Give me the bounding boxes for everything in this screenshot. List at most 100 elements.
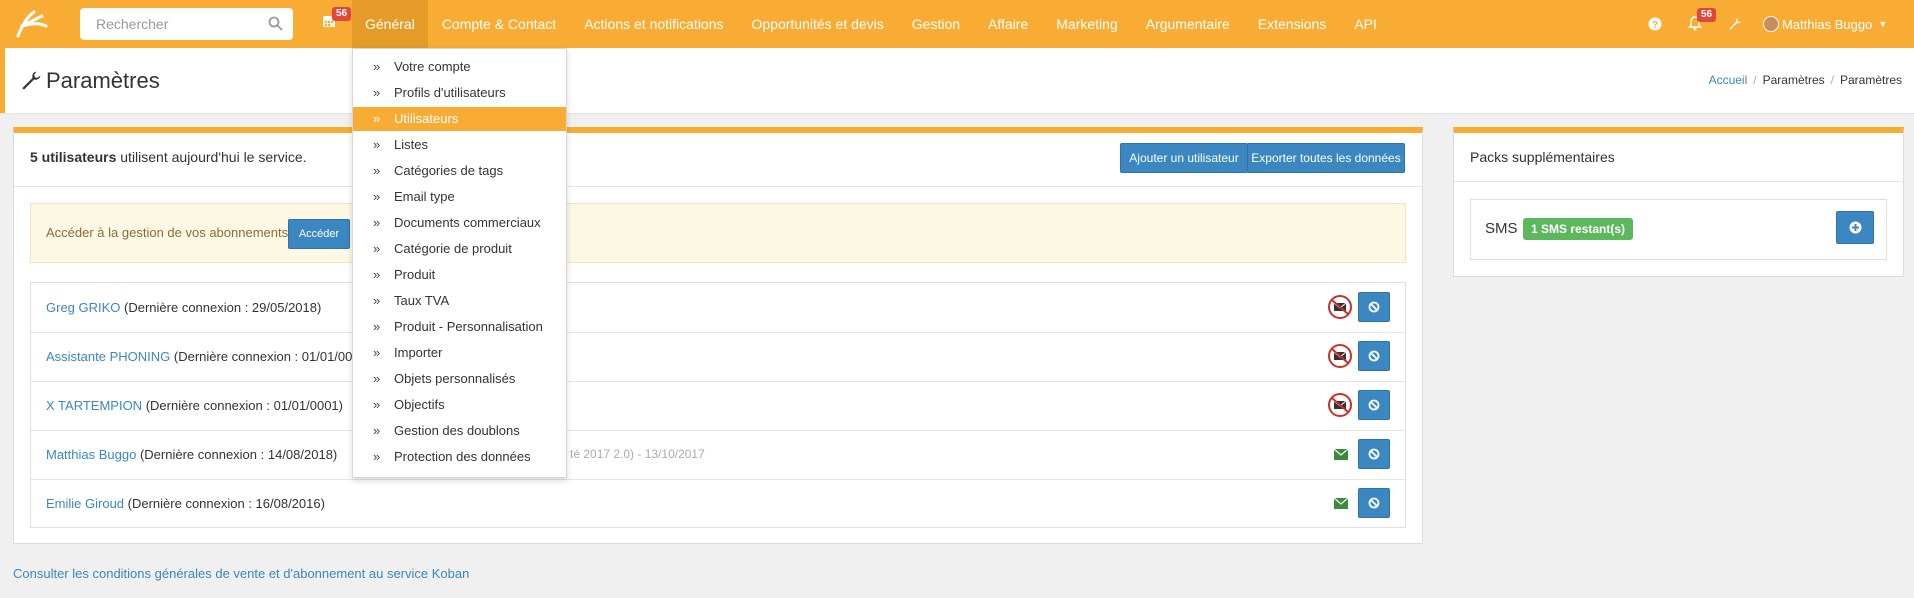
- sms-label: SMS: [1485, 220, 1518, 237]
- menu-compte-contact[interactable]: Compte & Contact: [428, 16, 570, 32]
- envelope-icon[interactable]: [1334, 449, 1348, 460]
- user-row-text: Emilie Giroud (Dernière connexion : 16/0…: [46, 496, 325, 511]
- subscription-alert: Accéder à la gestion de vos abonnements …: [30, 203, 1406, 263]
- dropdown-item-utilisateurs[interactable]: » Utilisateurs: [353, 107, 566, 131]
- dropdown-item-label: Catégorie de produit: [394, 241, 512, 256]
- envelope-icon[interactable]: [1334, 498, 1348, 509]
- dropdown-item-label: Listes: [394, 137, 428, 152]
- user-row: Emilie Giroud (Dernière connexion : 16/0…: [31, 479, 1405, 528]
- menu-opportunites-devis[interactable]: Opportunités et devis: [738, 16, 898, 32]
- dropdown-item-email-type[interactable]: » Email type: [353, 185, 566, 209]
- user-name-link[interactable]: Emilie Giroud: [46, 496, 124, 511]
- plus-circle-icon: [1849, 221, 1861, 234]
- dropdown-item-label: Email type: [394, 189, 455, 204]
- notifications-badge: 56: [1697, 8, 1717, 22]
- koban-logo[interactable]: [12, 8, 52, 40]
- menu-label: Opportunités et devis: [751, 16, 884, 32]
- user-row: Matthias Buggo (Dernière connexion : 14/…: [31, 430, 1405, 480]
- user-last-login: (Dernière connexion : 16/08/2016): [124, 496, 325, 511]
- help-icon[interactable]: ?: [1648, 17, 1662, 31]
- double-chevron-icon: »: [373, 423, 381, 438]
- menu-general[interactable]: Général: [352, 0, 428, 48]
- packs-divider: [1454, 181, 1903, 182]
- dropdown-item-label: Protection des données: [394, 449, 531, 464]
- notifications-button[interactable]: 56: [1688, 8, 1717, 32]
- packs-panel: Packs supplémentaires SMS 1 SMS restant(…: [1453, 127, 1904, 277]
- svg-text:?: ?: [1652, 20, 1658, 31]
- ban-icon: [1368, 350, 1380, 362]
- dropdown-item-documents-commerciaux[interactable]: » Documents commerciaux: [353, 211, 566, 235]
- ban-icon: [1368, 497, 1380, 509]
- email-disabled-icon[interactable]: [1328, 344, 1352, 368]
- page-title: Paramètres: [20, 68, 160, 94]
- user-row-text: Matthias Buggo (Dernière connexion : 14/…: [46, 447, 337, 462]
- dropdown-item-importer[interactable]: » Importer: [353, 341, 566, 365]
- top-navbar: 56 Général Compte & Contact Actions et n…: [0, 0, 1914, 48]
- user-last-login: (Dernière connexion : 14/08/2018): [136, 447, 338, 462]
- breadcrumb-parametres[interactable]: Paramètres: [1763, 73, 1825, 87]
- deactivate-user-button[interactable]: [1358, 488, 1390, 518]
- menu-affaire[interactable]: Affaire: [974, 16, 1042, 32]
- wrench-icon[interactable]: [1728, 17, 1742, 31]
- menu-argumentaire[interactable]: Argumentaire: [1132, 16, 1244, 32]
- menu-label: Actions et notifications: [584, 16, 724, 32]
- panel-divider: [14, 186, 1422, 187]
- dropdown-item-profils[interactable]: » Profils d'utilisateurs: [353, 81, 566, 105]
- breadcrumb-current: Paramètres: [1839, 73, 1902, 87]
- menu-extensions[interactable]: Extensions: [1244, 16, 1340, 32]
- menu-gestion[interactable]: Gestion: [898, 16, 974, 32]
- dropdown-item-taux-tva[interactable]: » Taux TVA: [353, 289, 566, 313]
- double-chevron-icon: »: [373, 111, 381, 126]
- dropdown-item-label: Profils d'utilisateurs: [394, 85, 506, 100]
- user-row: Greg GRIKO (Dernière connexion : 29/05/2…: [31, 283, 1405, 333]
- dropdown-item-produit[interactable]: » Produit: [353, 263, 566, 287]
- user-name-link[interactable]: Assistante PHONING: [46, 349, 170, 364]
- dropdown-item-categorie-produit[interactable]: » Catégorie de produit: [353, 237, 566, 261]
- header-accent: [0, 48, 5, 113]
- dropdown-item-protection-donnees[interactable]: » Protection des données: [353, 445, 566, 469]
- dropdown-item-votre-compte[interactable]: » Votre compte: [353, 55, 566, 79]
- user-list: Greg GRIKO (Dernière connexion : 29/05/2…: [30, 282, 1406, 528]
- double-chevron-icon: »: [373, 59, 381, 74]
- dropdown-item-produit-personnalisation[interactable]: » Produit - Personnalisation: [353, 315, 566, 339]
- calendar-button[interactable]: 56: [322, 7, 352, 34]
- add-sms-pack-button[interactable]: [1836, 211, 1874, 244]
- terms-link[interactable]: Consulter les conditions générales de ve…: [13, 566, 469, 581]
- add-user-button[interactable]: Ajouter un utilisateur: [1120, 143, 1248, 173]
- deactivate-user-button[interactable]: [1358, 341, 1390, 371]
- ban-icon: [1368, 301, 1380, 313]
- dropdown-item-categories-tags[interactable]: » Catégories de tags: [353, 159, 566, 183]
- dropdown-item-gestion-doublons[interactable]: » Gestion des doublons: [353, 419, 566, 443]
- user-menu[interactable]: Matthias Buggo ▼: [1763, 16, 1887, 32]
- menu-actions-notifications[interactable]: Actions et notifications: [570, 16, 737, 32]
- user-row-text: Greg GRIKO (Dernière connexion : 29/05/2…: [46, 300, 321, 315]
- calendar-badge: 56: [332, 7, 352, 21]
- dropdown-item-label: Documents commerciaux: [394, 215, 541, 230]
- menu-api[interactable]: API: [1340, 16, 1391, 32]
- double-chevron-icon: »: [373, 85, 381, 100]
- deactivate-user-button[interactable]: [1358, 292, 1390, 322]
- user-name-link[interactable]: Matthias Buggo: [46, 447, 136, 462]
- deactivate-user-button[interactable]: [1358, 390, 1390, 420]
- double-chevron-icon: »: [373, 267, 381, 282]
- dropdown-item-objectifs[interactable]: » Objectifs: [353, 393, 566, 417]
- email-disabled-icon[interactable]: [1328, 393, 1352, 417]
- export-data-button[interactable]: Exporter toutes les données: [1247, 143, 1405, 173]
- user-name-link[interactable]: Greg GRIKO: [46, 300, 120, 315]
- deactivate-user-button[interactable]: [1358, 439, 1390, 469]
- users-panel: 5 utilisateurs utilisent aujourd'hui le …: [13, 127, 1423, 544]
- email-disabled-icon[interactable]: [1328, 295, 1352, 319]
- access-subscriptions-button[interactable]: Accéder: [288, 219, 350, 249]
- dropdown-item-label: Gestion des doublons: [394, 423, 520, 438]
- user-name-link[interactable]: X TARTEMPION: [46, 398, 142, 413]
- sms-pack-box: SMS 1 SMS restant(s): [1470, 199, 1887, 260]
- menu-marketing[interactable]: Marketing: [1042, 16, 1131, 32]
- page-header: Paramètres Accueil / Paramètres / Paramètres: [0, 48, 1914, 114]
- dropdown-item-label: Utilisateurs: [394, 111, 459, 126]
- search-icon[interactable]: [268, 16, 283, 31]
- dropdown-item-listes[interactable]: » Listes: [353, 133, 566, 157]
- double-chevron-icon: »: [373, 137, 381, 152]
- dropdown-item-objets-personnalises[interactable]: » Objets personnalisés: [353, 367, 566, 391]
- search-input[interactable]: [94, 8, 268, 40]
- breadcrumb-accueil[interactable]: Accueil: [1709, 73, 1748, 87]
